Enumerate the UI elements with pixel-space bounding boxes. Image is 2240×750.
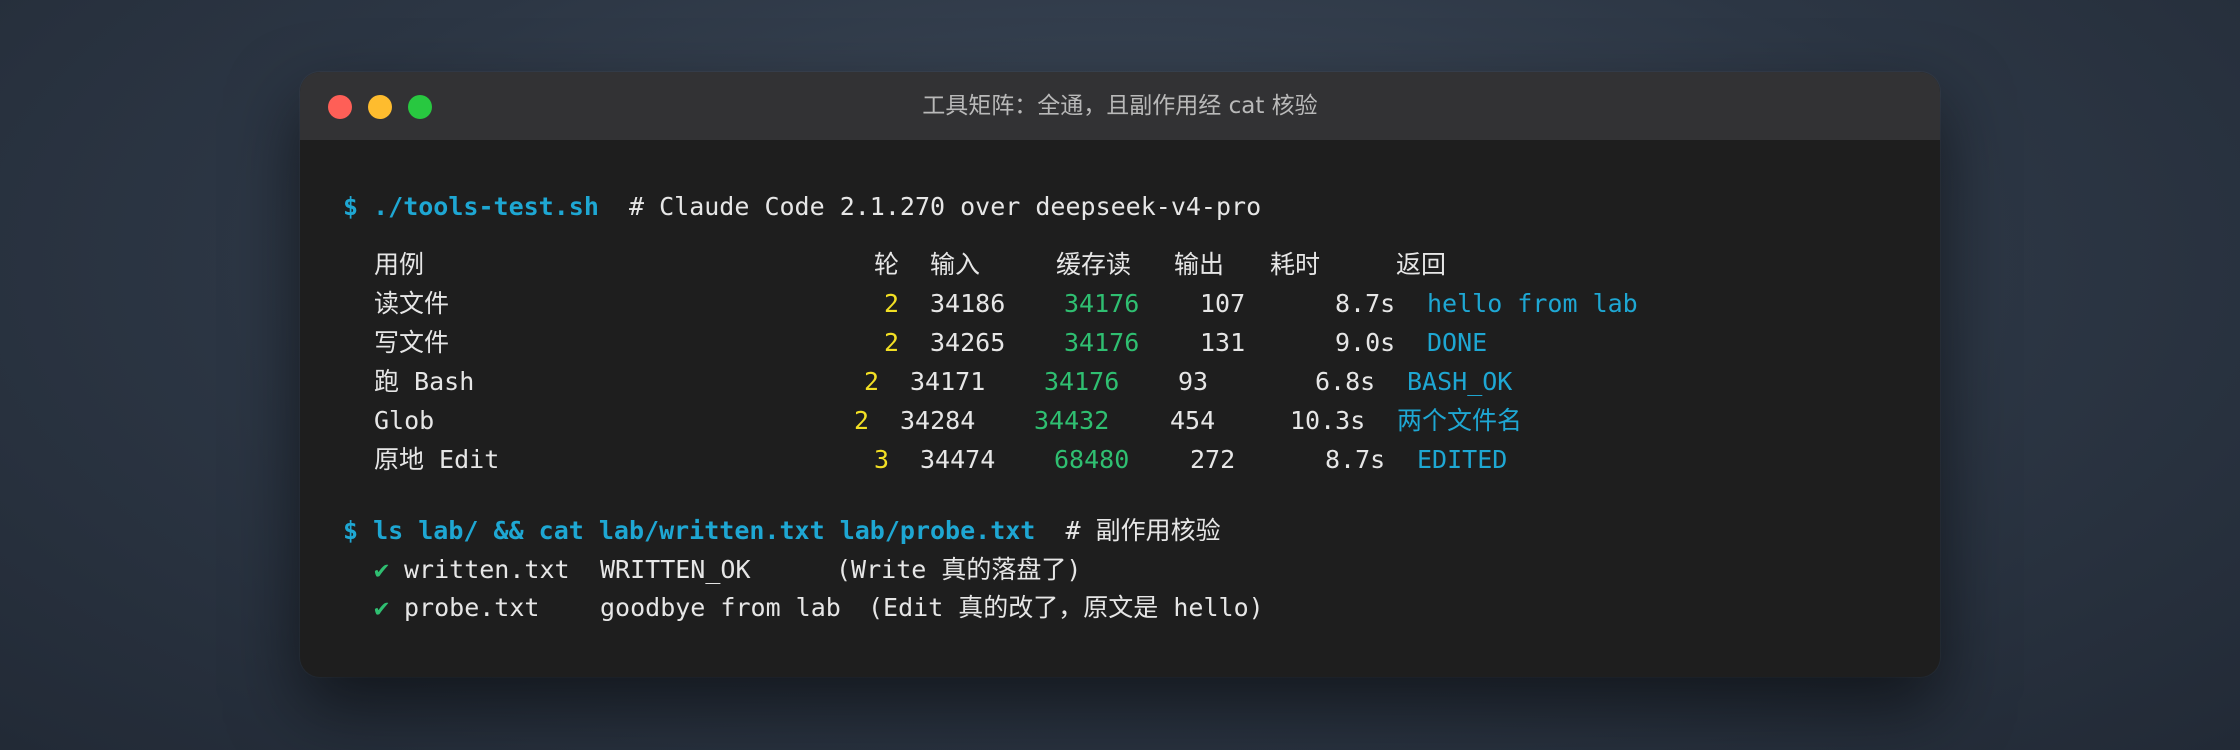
row-result: 两个文件名 — [1397, 406, 1523, 435]
row-time: 8.7s — [1335, 289, 1396, 318]
row-input: 34186 — [930, 289, 1006, 318]
terminal-window: 工具矩阵：全通，且副作用经 cat 核验 $ ./tools-test.sh #… — [300, 72, 1940, 677]
row-turns: 3 — [874, 445, 890, 474]
row-result: DONE — [1427, 328, 1488, 357]
row-time: 8.7s — [1325, 445, 1386, 474]
file-content: goodbye from lab — [600, 593, 841, 622]
file-note: (Edit 真的改了，原文是 hello) — [868, 593, 1264, 622]
check-icon: ✔ — [374, 555, 390, 584]
check-icon: ✔ — [374, 593, 390, 622]
header-result: 返回 — [1396, 250, 1447, 279]
row-case: 跑 Bash — [374, 367, 475, 396]
row-case: 写文件 — [374, 328, 450, 357]
file-name: written.txt — [404, 555, 570, 584]
row-output: 454 — [1170, 406, 1216, 435]
file-note: (Write 真的落盘了) — [836, 555, 1082, 584]
row-cache-read: 68480 — [1054, 445, 1130, 474]
row-result: EDITED — [1417, 445, 1508, 474]
row-cache-read: 34432 — [1034, 406, 1110, 435]
terminal-output[interactable]: $ ./tools-test.sh # Claude Code 2.1.270 … — [300, 140, 1940, 677]
row-cache-read: 34176 — [1064, 328, 1140, 357]
row-time: 10.3s — [1290, 406, 1366, 435]
header-time: 耗时 — [1270, 250, 1321, 279]
row-cache-read: 34176 — [1064, 289, 1140, 318]
header-input: 输入 — [930, 250, 981, 279]
row-input: 34265 — [930, 328, 1006, 357]
header-case: 用例 — [374, 250, 425, 279]
row-time: 9.0s — [1335, 328, 1396, 357]
row-turns: 2 — [864, 367, 880, 396]
row-output: 93 — [1178, 367, 1209, 396]
title-bar: 工具矩阵：全通，且副作用经 cat 核验 — [300, 72, 1940, 140]
row-turns: 2 — [884, 289, 900, 318]
row-output: 107 — [1200, 289, 1246, 318]
command-text: $ ./tools-test.sh — [343, 192, 599, 221]
file-name: probe.txt — [404, 593, 540, 622]
row-turns: 2 — [854, 406, 870, 435]
command-text: $ ls lab/ && cat lab/written.txt lab/pro… — [343, 516, 1036, 545]
row-case: 原地 Edit — [374, 445, 500, 474]
header-turns: 轮 — [874, 250, 900, 279]
file-content: WRITTEN_OK — [600, 555, 751, 584]
row-result: BASH_OK — [1407, 367, 1513, 396]
row-turns: 2 — [884, 328, 900, 357]
row-case: 读文件 — [374, 289, 450, 318]
header-output: 输出 — [1174, 250, 1225, 279]
row-result: hello from lab — [1427, 289, 1638, 318]
row-time: 6.8s — [1315, 367, 1376, 396]
row-case: Glob — [374, 406, 435, 435]
row-input: 34284 — [900, 406, 976, 435]
row-input: 34171 — [910, 367, 986, 396]
command-line-2: $ ls lab/ && cat lab/written.txt lab/pro… — [343, 516, 1221, 546]
row-cache-read: 34176 — [1044, 367, 1120, 396]
window-title: 工具矩阵：全通，且副作用经 cat 核验 — [922, 93, 1318, 119]
row-output: 131 — [1200, 328, 1246, 357]
row-input: 34474 — [920, 445, 996, 474]
command-comment: # Claude Code 2.1.270 over deepseek-v4-p… — [628, 192, 1262, 221]
command-line-1: $ ./tools-test.sh # Claude Code 2.1.270 … — [343, 192, 1261, 222]
command-comment: # 副作用核验 — [1065, 516, 1221, 545]
header-cache-read: 缓存读 — [1056, 250, 1132, 279]
row-output: 272 — [1190, 445, 1236, 474]
